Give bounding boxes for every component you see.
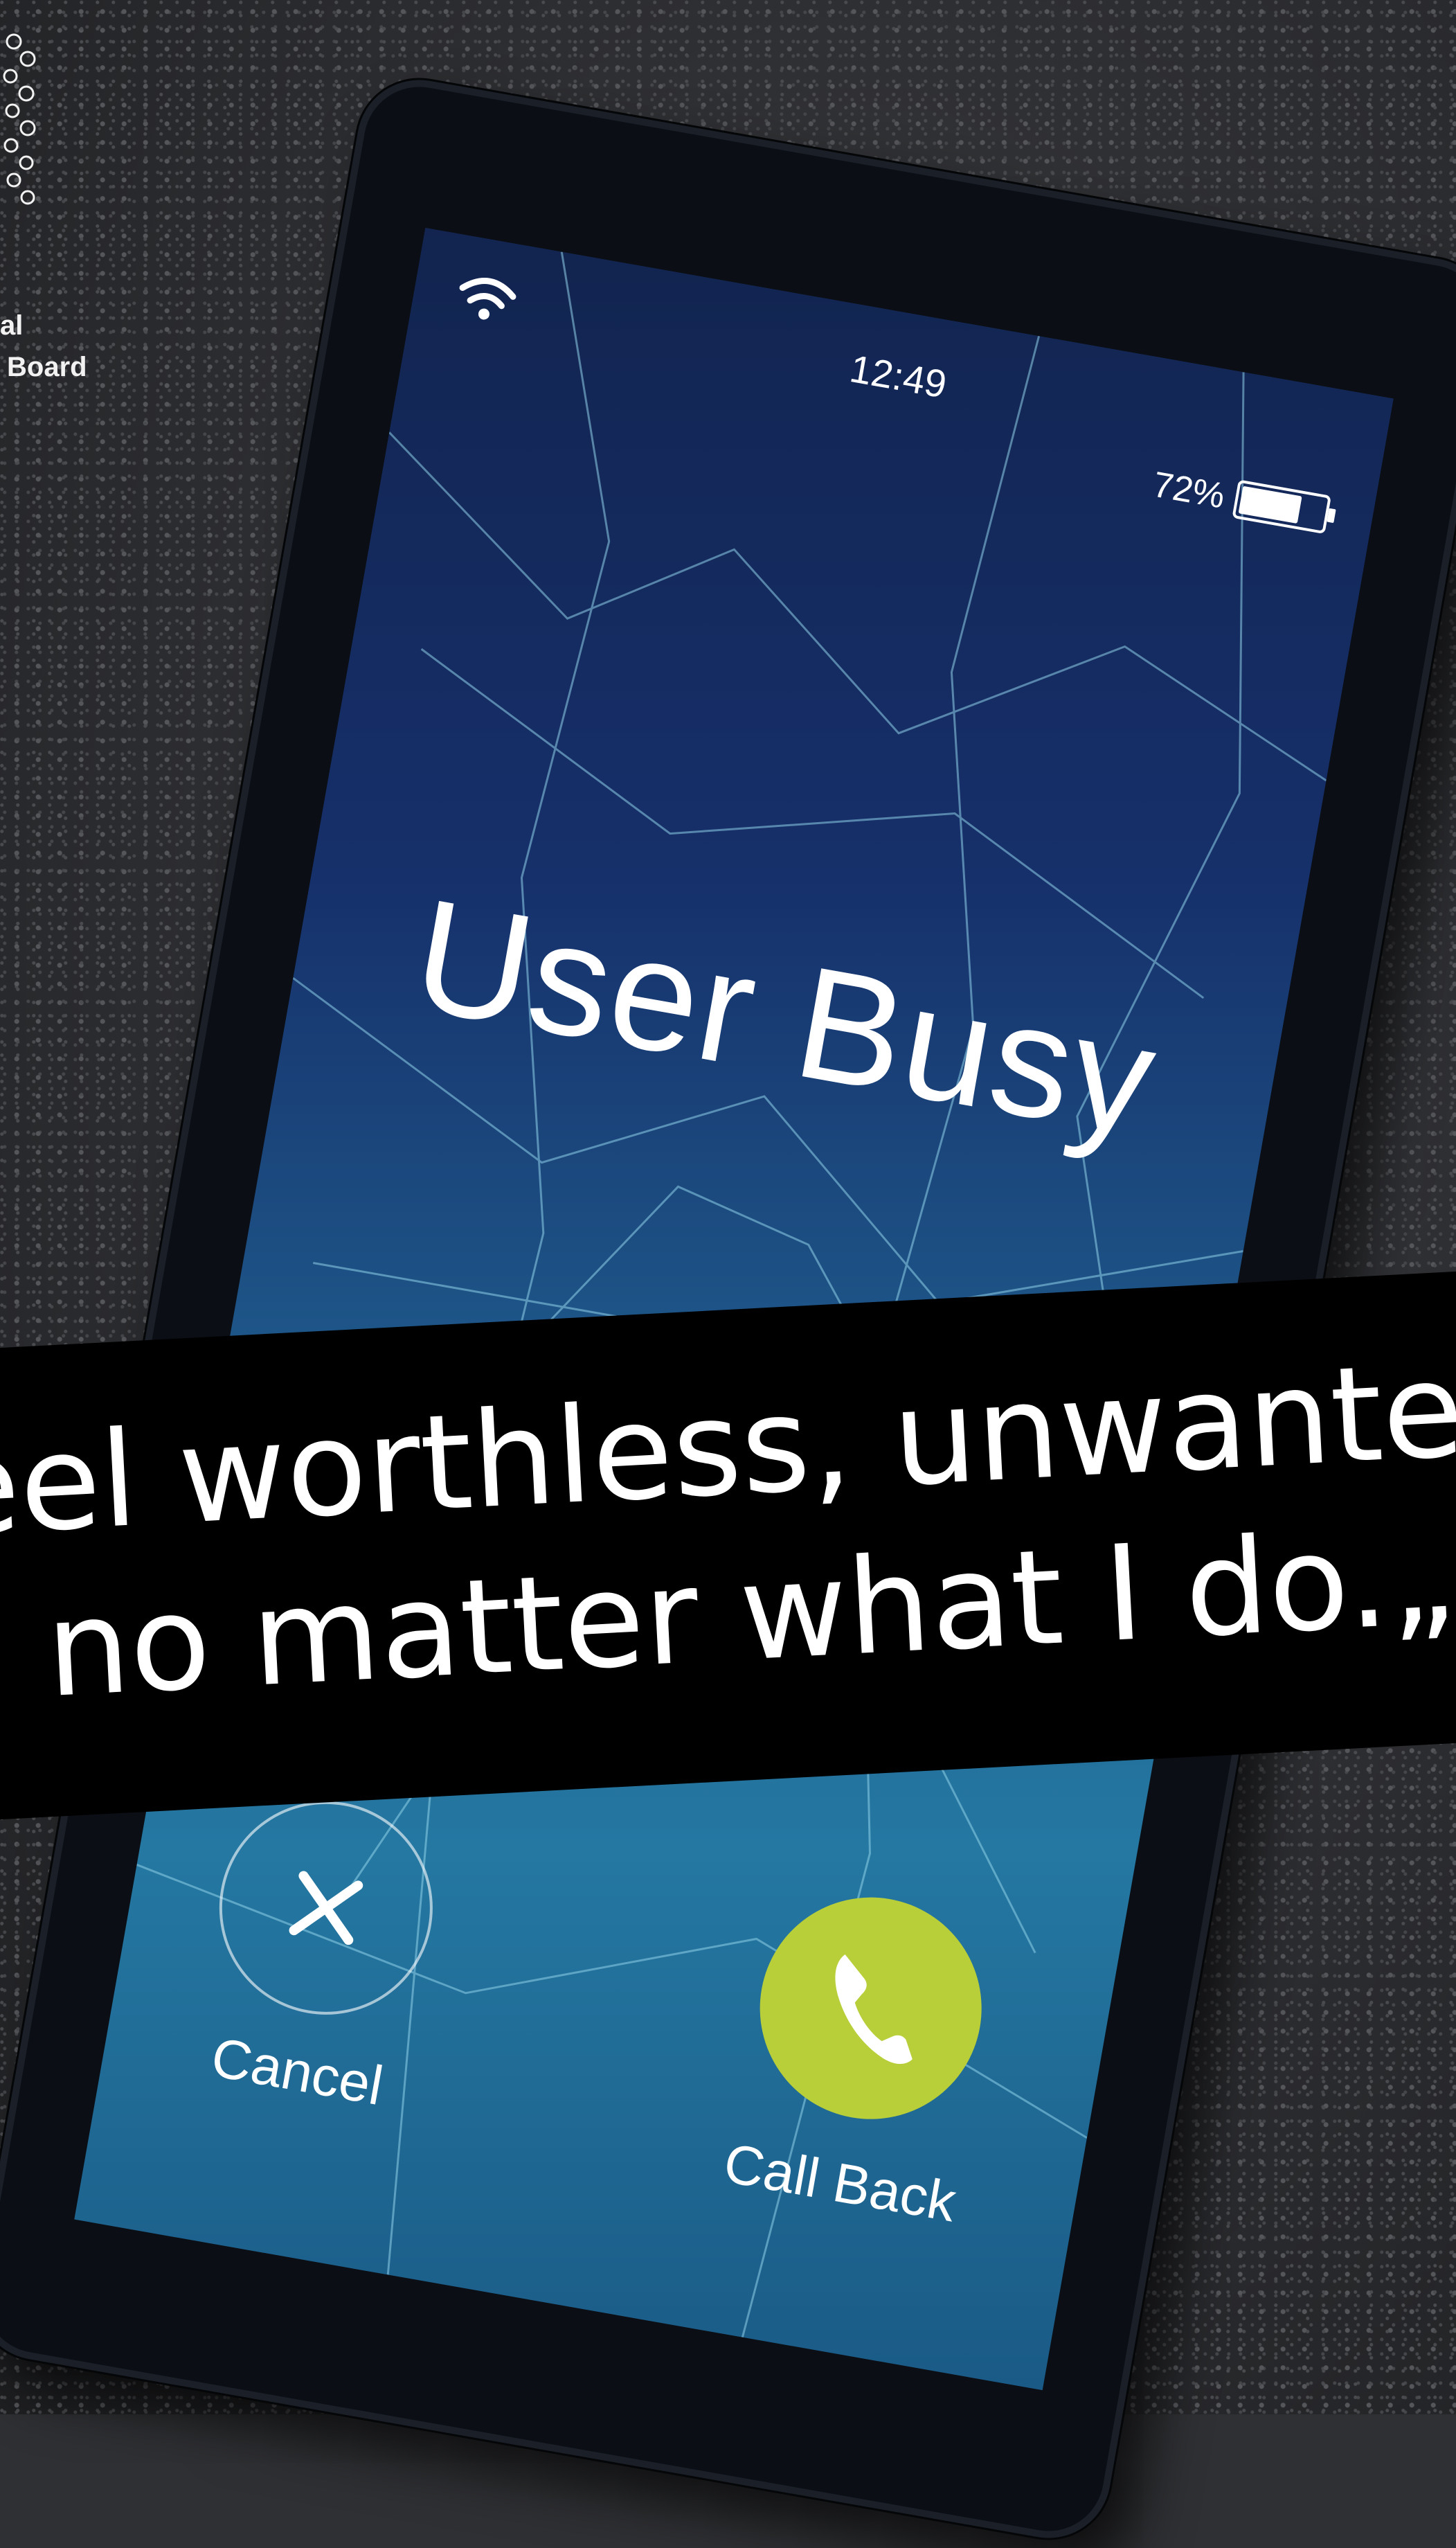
call-back-button[interactable]	[742, 1880, 1000, 2137]
x-icon	[289, 1871, 363, 1945]
quote-banner: eel worthless, unwanted no matter what I…	[0, 1265, 1456, 1824]
logo-line-1: al	[0, 310, 24, 341]
cancel-button[interactable]	[202, 1784, 450, 2032]
logo-mark-icon	[3, 33, 36, 205]
quote-text: eel worthless, unwanted no matter what I…	[0, 1321, 1456, 1740]
logo-line-2: Board	[7, 352, 87, 382]
phone-icon	[835, 1954, 913, 2065]
logo-text: al Board	[0, 305, 87, 388]
callback-control[interactable]: Call Back	[685, 1873, 1041, 2240]
cancel-control[interactable]: Cancel	[169, 1781, 467, 2125]
